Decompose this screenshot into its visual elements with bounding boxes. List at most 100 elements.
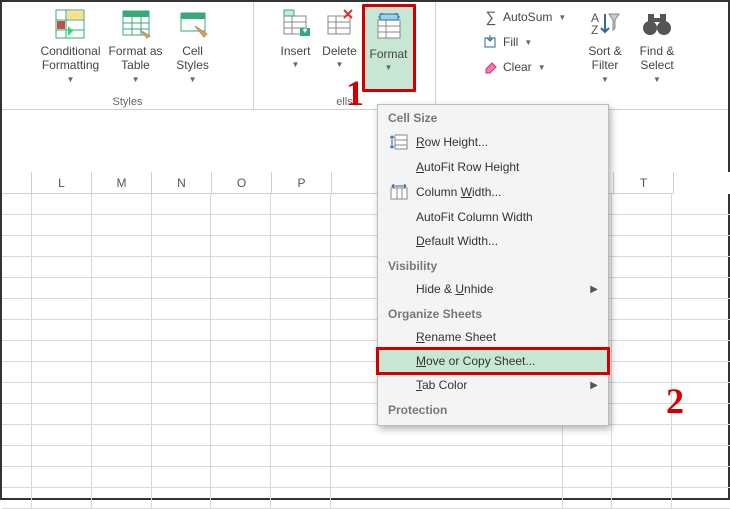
cell[interactable] [331, 446, 562, 467]
spreadsheet-grid[interactable]: L M N O P T [2, 172, 730, 502]
cell[interactable] [92, 299, 152, 320]
cell[interactable] [271, 236, 331, 257]
cell[interactable] [92, 362, 152, 383]
cell[interactable] [271, 215, 331, 236]
cell[interactable] [211, 467, 271, 488]
menu-column-width[interactable]: Column Width... [378, 179, 608, 205]
cell[interactable] [612, 257, 672, 278]
cell[interactable] [612, 383, 672, 404]
cell[interactable] [271, 425, 331, 446]
cell[interactable] [32, 362, 92, 383]
cell[interactable] [672, 194, 730, 215]
cell[interactable] [672, 362, 730, 383]
cell[interactable] [32, 446, 92, 467]
cell[interactable] [92, 215, 152, 236]
cell[interactable] [672, 425, 730, 446]
cell[interactable] [563, 467, 613, 488]
cell[interactable] [271, 320, 331, 341]
cell[interactable] [92, 278, 152, 299]
cell[interactable] [32, 320, 92, 341]
cell[interactable] [32, 299, 92, 320]
cell[interactable] [612, 467, 672, 488]
cell[interactable] [92, 425, 152, 446]
cell[interactable] [92, 257, 152, 278]
col-header[interactable]: P [272, 172, 332, 194]
cell[interactable] [2, 425, 32, 446]
cell[interactable] [2, 446, 32, 467]
cell[interactable] [2, 257, 32, 278]
cell[interactable] [271, 488, 331, 509]
col-header[interactable]: M [92, 172, 152, 194]
cell[interactable] [32, 257, 92, 278]
cell[interactable] [92, 341, 152, 362]
cell[interactable] [672, 257, 730, 278]
cell[interactable] [32, 404, 92, 425]
cell[interactable] [271, 299, 331, 320]
cell[interactable] [612, 362, 672, 383]
cell[interactable] [672, 467, 730, 488]
col-header[interactable]: L [32, 172, 92, 194]
cell[interactable] [92, 467, 152, 488]
cell[interactable] [2, 467, 32, 488]
cell[interactable] [32, 467, 92, 488]
cell[interactable] [152, 404, 212, 425]
cell[interactable] [32, 383, 92, 404]
fill-button[interactable]: Fill ▼ [483, 31, 575, 53]
cell[interactable] [92, 320, 152, 341]
cell[interactable] [211, 194, 271, 215]
cell[interactable] [152, 257, 212, 278]
cell[interactable] [2, 404, 32, 425]
col-header[interactable]: T [614, 172, 674, 194]
cell[interactable] [211, 404, 271, 425]
cell[interactable] [563, 446, 613, 467]
cell[interactable] [152, 488, 212, 509]
cell[interactable] [211, 236, 271, 257]
cell[interactable] [672, 299, 730, 320]
menu-rename-sheet[interactable]: Rename Sheet [378, 325, 608, 349]
cell[interactable] [2, 320, 32, 341]
cell[interactable] [152, 341, 212, 362]
cell[interactable] [672, 215, 730, 236]
cell[interactable] [612, 299, 672, 320]
cell[interactable] [563, 425, 613, 446]
delete-button[interactable]: Delete ▼ [318, 4, 362, 92]
cell[interactable] [2, 236, 32, 257]
cell[interactable] [152, 467, 212, 488]
menu-hide-unhide[interactable]: Hide & Unhide ▶ [378, 277, 608, 301]
cell[interactable] [271, 404, 331, 425]
clear-button[interactable]: Clear ▼ [483, 56, 575, 78]
cell[interactable] [32, 425, 92, 446]
cell[interactable] [32, 488, 92, 509]
menu-autofit-column[interactable]: AutoFit Column Width [378, 205, 608, 229]
insert-button[interactable]: Insert ▼ [274, 4, 318, 92]
cell[interactable] [271, 341, 331, 362]
cell[interactable] [152, 299, 212, 320]
cell[interactable] [2, 488, 32, 509]
cell[interactable] [331, 425, 562, 446]
cell[interactable] [152, 215, 212, 236]
col-header[interactable]: N [152, 172, 212, 194]
cell[interactable] [152, 320, 212, 341]
cell[interactable] [612, 488, 672, 509]
cell[interactable] [612, 404, 672, 425]
cell[interactable] [211, 488, 271, 509]
cell[interactable] [672, 278, 730, 299]
autosum-button[interactable]: ∑ AutoSum ▼ [483, 6, 575, 28]
cell[interactable] [2, 194, 32, 215]
menu-tab-color[interactable]: Tab Color ▶ [378, 373, 608, 397]
cell[interactable] [271, 446, 331, 467]
cell[interactable] [211, 446, 271, 467]
cell[interactable] [152, 236, 212, 257]
cell[interactable] [92, 194, 152, 215]
format-button[interactable]: Format ▼ [362, 4, 416, 92]
cell[interactable] [211, 257, 271, 278]
format-as-table-button[interactable]: Format asTable ▼ [105, 4, 167, 92]
cell[interactable] [211, 341, 271, 362]
cell[interactable] [271, 194, 331, 215]
menu-autofit-row[interactable]: AutoFit Row Height [378, 155, 608, 179]
cell[interactable] [2, 383, 32, 404]
menu-default-width[interactable]: Default Width... [378, 229, 608, 253]
col-header[interactable]: O [212, 172, 272, 194]
cell[interactable] [32, 236, 92, 257]
cell[interactable] [32, 194, 92, 215]
